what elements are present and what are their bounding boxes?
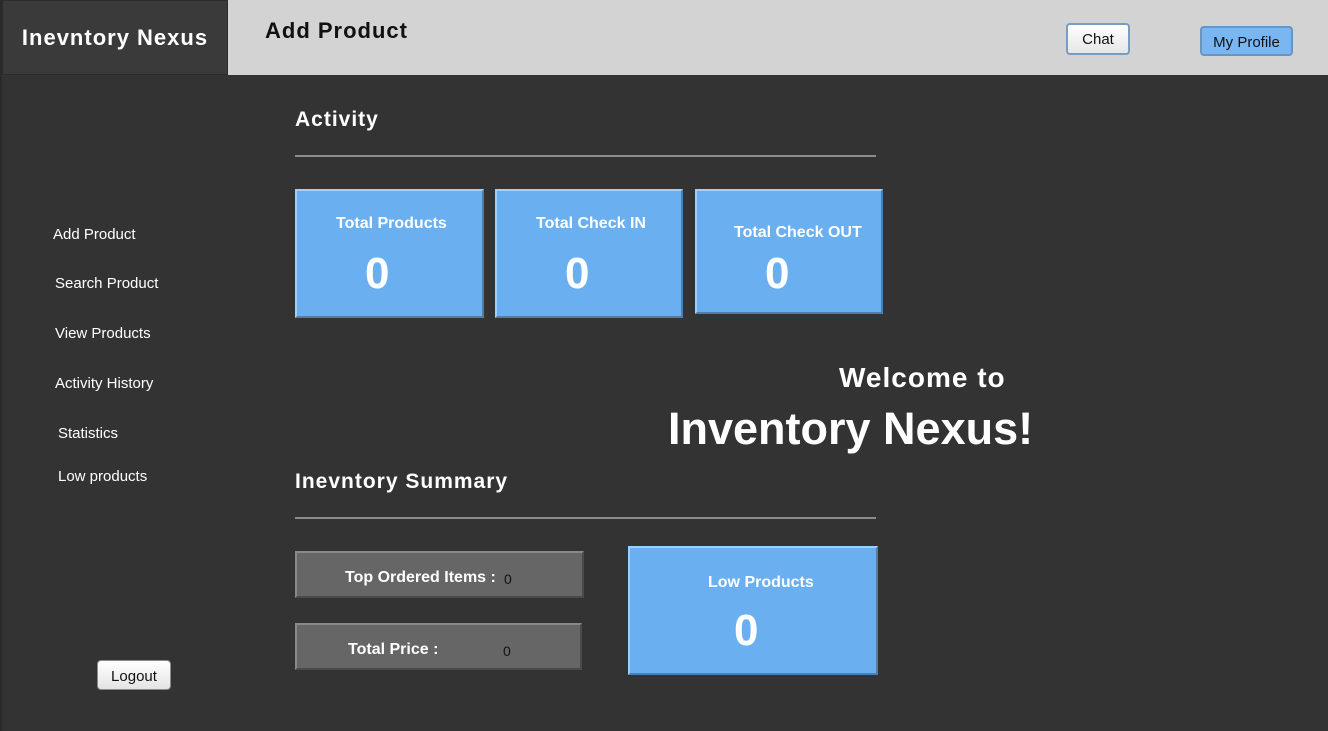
my-profile-button[interactable]: My Profile [1200,26,1293,56]
total-check-out-value: 0 [765,249,790,298]
total-products-card: Total Products 0 [295,189,484,318]
sidebar-item-statistics[interactable]: Statistics [58,425,118,442]
top-bar: Add Product Chat My Profile [228,0,1328,75]
welcome-line-2: Inventory Nexus! [668,403,1034,454]
total-products-label: Total Products [336,215,447,232]
chat-button[interactable]: Chat [1066,23,1130,55]
low-products-label: Low Products [708,574,814,591]
top-ordered-items-value: 0 [504,571,512,587]
total-products-value: 0 [365,249,390,298]
total-price-value: 0 [503,643,511,659]
sidebar-item-search-product[interactable]: Search Product [55,275,158,292]
total-price-box: Total Price : 0 [295,623,582,670]
total-check-in-value: 0 [565,249,590,298]
total-check-in-label: Total Check IN [536,215,646,232]
low-products-value: 0 [734,606,759,655]
brand-logo: Inevntory Nexus [2,0,228,75]
total-price-label: Total Price : [348,641,439,658]
sidebar-item-activity-history[interactable]: Activity History [55,375,153,392]
total-check-out-card: Total Check OUT 0 [695,189,883,314]
welcome-line-1: Welcome to [839,362,1006,393]
summary-divider [295,517,876,519]
app-window: Inevntory Nexus Add Product Chat My Prof… [0,0,1328,731]
sidebar-item-view-products[interactable]: View Products [55,325,151,342]
activity-divider [295,155,876,157]
sidebar-item-low-products[interactable]: Low products [58,468,147,485]
inventory-summary-heading: Inevntory Summary [295,470,509,493]
low-products-card: Low Products 0 [628,546,878,675]
total-check-out-label: Total Check OUT [734,224,862,241]
total-check-in-card: Total Check IN 0 [495,189,683,318]
page-title: Add Product [265,18,408,43]
top-ordered-items-box: Top Ordered Items : 0 [295,551,584,598]
sidebar-item-add-product[interactable]: Add Product [53,226,136,243]
activity-heading: Activity [295,108,379,131]
top-ordered-items-label: Top Ordered Items : [345,569,496,586]
logout-button[interactable]: Logout [97,660,171,690]
